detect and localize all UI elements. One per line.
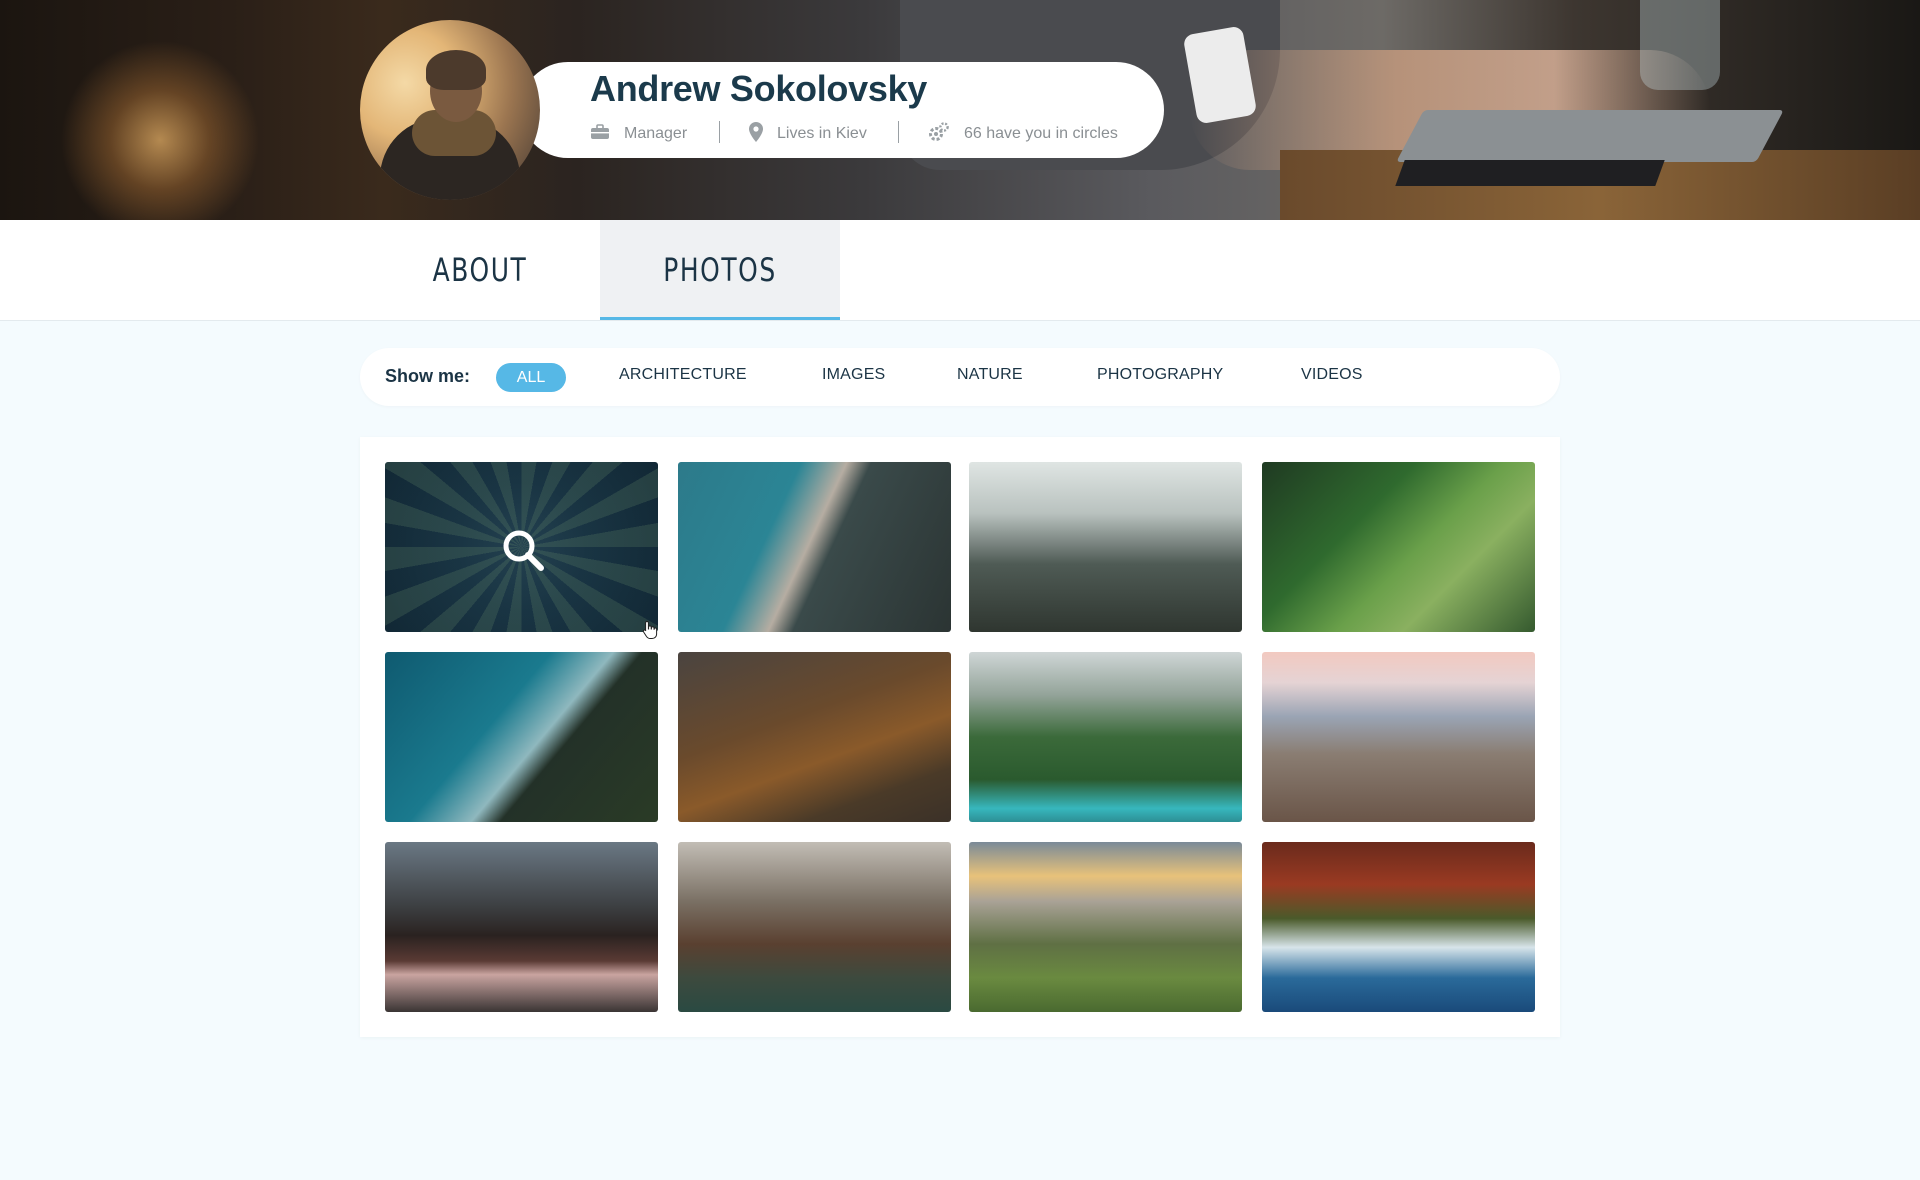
tab-about[interactable]: ABOUT [386,220,573,320]
profile-job-label: Manager [624,125,688,142]
filter-chip-images[interactable]: IMAGES [822,366,885,384]
filter-chip-videos[interactable]: VIDEOS [1301,366,1363,384]
hand-cursor-icon [642,620,658,645]
filter-label: Show me: [385,366,471,386]
photo-snowy-mountains[interactable] [1262,652,1535,822]
search-icon[interactable] [501,528,545,577]
avatar-hair [426,50,486,90]
photo-autumn-valley[interactable] [678,652,951,822]
profile-circles: 66 have you in circles [928,121,1118,147]
meta-divider [898,121,899,143]
photo-alpine-lake[interactable] [969,652,1242,822]
photo-misty-forest[interactable] [969,462,1242,632]
cover-light-glow [60,40,260,220]
briefcase-icon [590,123,610,145]
profile-name: Andrew Sokolovsky [590,68,928,109]
profile-location-label: Lives in Kiev [777,125,867,142]
photo-turquoise-lake-shore[interactable] [385,652,658,822]
profile-location: Lives in Kiev [749,121,867,147]
profile-job: Manager [590,122,687,146]
cover-phone [1395,160,1665,186]
photo-mountain-reflection[interactable] [385,842,658,1012]
gears-icon [928,121,950,147]
tab-photos[interactable]: PHOTOS [626,220,813,320]
filter-chip-nature[interactable]: NATURE [957,366,1023,384]
photo-ocean-shore[interactable] [678,462,951,632]
tab-bar [0,220,1920,321]
location-pin-icon [749,121,763,147]
photo-green-hills-path[interactable] [1262,462,1535,632]
filter-chip-all[interactable]: ALL [496,363,566,392]
profile-circles-label[interactable]: 66 have you in circles [964,125,1118,143]
filter-chip-architecture[interactable]: ARCHITECTURE [619,366,747,384]
meta-divider [719,121,720,143]
cover-laptop [1396,110,1784,162]
photo-ocean-waves-rocks[interactable] [1262,842,1535,1012]
cover-glass [1640,0,1720,90]
photo-sunset-cliffs[interactable] [969,842,1242,1012]
photo-lake-cabin[interactable] [678,842,951,1012]
avatar[interactable] [360,20,540,200]
filter-chip-photography[interactable]: PHOTOGRAPHY [1097,366,1223,384]
